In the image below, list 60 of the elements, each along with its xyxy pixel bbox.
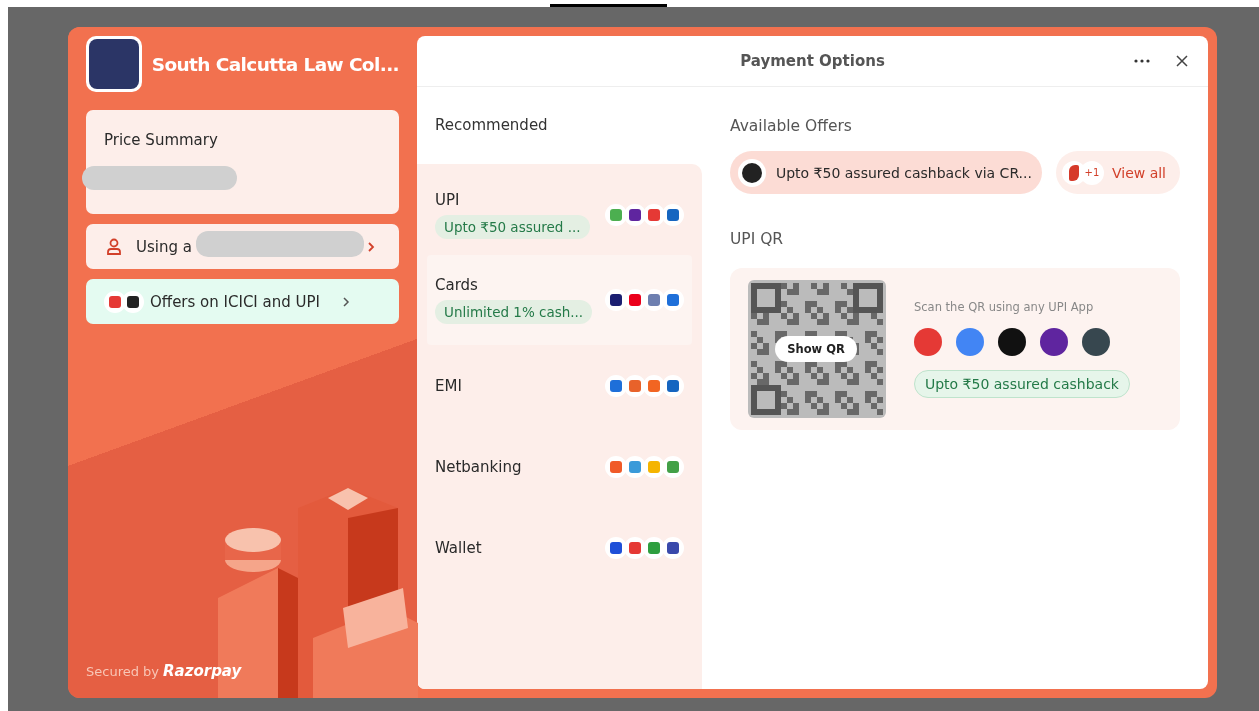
offers-row[interactable]: Offers on ICICI and UPI: [86, 279, 399, 324]
brand-logo-icon: [662, 455, 684, 478]
brand-logo-icon: [643, 455, 665, 478]
chevron-right-icon: [367, 240, 375, 253]
brand-logo-icon: [662, 289, 684, 311]
brand-logo-icon: [624, 203, 646, 226]
payment-method-item[interactable]: Netbanking: [427, 426, 692, 507]
offers-row-text: Offers on ICICI and UPI: [150, 292, 320, 311]
view-all-link[interactable]: View all: [1111, 164, 1166, 181]
upi-qr-heading: UPI QR: [730, 230, 785, 248]
payment-method-item[interactable]: Cards Unlimited 1% cash...: [427, 255, 692, 345]
brand-logo-icon: [662, 374, 684, 397]
payment-method-item[interactable]: UPI Upto ₹50 assured ...: [427, 174, 692, 255]
method-name: EMI: [435, 376, 462, 395]
payment-method-item[interactable]: Wallet: [427, 507, 692, 588]
recommended-heading: Recommended: [434, 115, 549, 136]
method-name: UPI: [435, 190, 461, 209]
offer-text: Upto ₹50 assured cashback via CR...: [776, 164, 1032, 181]
offer-tag: Upto ₹50 assured ...: [435, 214, 590, 239]
brand-logo-icon: [605, 536, 627, 559]
app-logo-icon: [738, 158, 766, 187]
method-name: Cards: [435, 276, 479, 294]
method-name: Netbanking: [435, 457, 522, 476]
brand-logo-icon: [605, 289, 627, 311]
user-icon: [106, 237, 122, 256]
cashback-tag: Upto ₹50 assured cashback: [914, 370, 1130, 398]
brand-logo-icon: [624, 536, 646, 559]
available-offers-heading: Available Offers: [730, 117, 853, 135]
brand-logo-icon: [624, 374, 646, 397]
payment-method-item[interactable]: EMI: [427, 345, 692, 426]
brand-logo-icon: [643, 536, 665, 559]
close-icon[interactable]: [1176, 55, 1188, 67]
brand-logo-icon: [643, 203, 665, 226]
user-row-text: Using a: [136, 237, 192, 256]
brand-logo-icon: [624, 289, 646, 311]
method-name: Wallet: [435, 538, 482, 557]
scan-hint: Scan the QR using any UPI App: [914, 300, 1095, 314]
brand-logo-icon: [643, 289, 665, 311]
brand-logo-icon: [624, 455, 646, 478]
college-logo: [86, 36, 142, 92]
brand-logo-icon: [605, 455, 627, 478]
brand-logo-icon: [605, 374, 627, 397]
secured-by-text: Secured by: [86, 663, 160, 679]
app-logo-icon: [122, 290, 144, 313]
chevron-right-icon: [342, 295, 350, 308]
price-summary-title: Price Summary: [104, 131, 218, 149]
razorpay-logo: Razorpay: [163, 662, 242, 680]
offer-tag: Unlimited 1% cash...: [435, 300, 593, 324]
show-qr-button[interactable]: Show QR: [775, 336, 857, 362]
more-options-icon[interactable]: [1134, 59, 1150, 63]
view-all-chip[interactable]: +1 View all: [1055, 151, 1180, 194]
offer-chip[interactable]: Upto ₹50 assured cashback via CR...: [730, 151, 1042, 194]
panel-title: Payment Options: [740, 52, 885, 70]
brand-logo-icon: [605, 203, 627, 226]
brand-logo-icon: [662, 203, 684, 226]
brand-logo-icon: [643, 374, 665, 397]
user-row[interactable]: Using a: [86, 224, 399, 269]
bank-logo-icon: [104, 290, 126, 313]
merchant-name: South Calcutta Law Col...: [151, 53, 399, 75]
brand-logo-icon: [662, 536, 684, 559]
